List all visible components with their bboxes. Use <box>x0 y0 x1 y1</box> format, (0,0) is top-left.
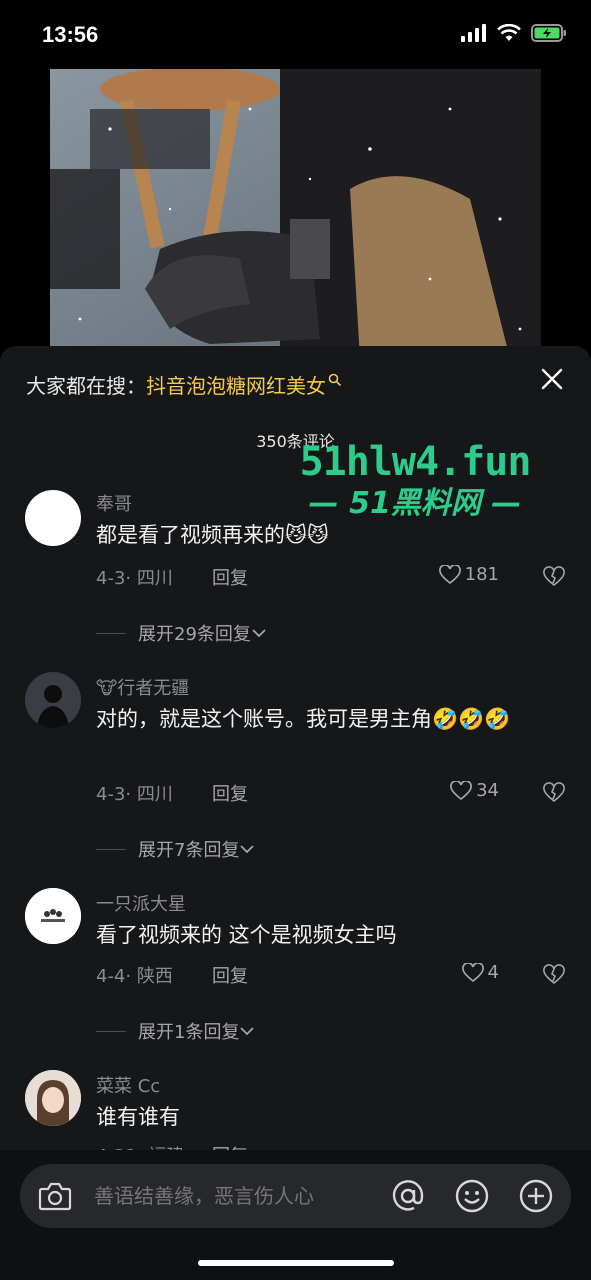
comment-content[interactable]: 都是看了视频再来的😼😼 <box>96 518 556 552</box>
broken-heart-icon[interactable] <box>543 566 565 588</box>
chevron-down-icon <box>240 845 255 854</box>
broken-heart-icon[interactable] <box>543 964 565 986</box>
camera-icon[interactable] <box>38 1180 72 1212</box>
chevron-down-icon <box>240 1027 255 1036</box>
at-icon[interactable] <box>390 1178 426 1214</box>
expand-replies[interactable]: 展开7条回复 <box>96 836 255 862</box>
like-button[interactable]: 181 <box>438 564 499 585</box>
battery-icon <box>531 24 566 42</box>
comment-username[interactable]: 菜菜 Cc <box>96 1072 160 1098</box>
heart-icon <box>450 780 472 800</box>
comment-sheet: 大家都在搜： 抖音泡泡糖网红美女 350条评论 51hlw4.fun — 51黑… <box>0 346 591 1280</box>
watermark: 51hlw4.fun — 51黑料网 — <box>270 440 560 524</box>
comment-meta: 4-3· 四川 <box>96 784 173 805</box>
home-indicator[interactable] <box>198 1260 394 1266</box>
expand-replies[interactable]: 展开1条回复 <box>96 1018 255 1044</box>
avatar-image <box>25 1070 81 1126</box>
comment-input[interactable] <box>94 1184 344 1208</box>
divider <box>96 848 126 850</box>
comment-input-box[interactable] <box>20 1164 571 1228</box>
search-suggestion[interactable]: 大家都在搜： 抖音泡泡糖网红美女 <box>26 370 342 399</box>
like-button[interactable]: 34 <box>450 780 499 801</box>
chevron-down-icon <box>252 629 266 638</box>
heart-icon <box>438 564 461 584</box>
comment-content[interactable]: 对的，就是这个账号。我可是男主角🤣🤣🤣 <box>96 702 556 736</box>
plus-circle-icon[interactable] <box>518 1178 554 1214</box>
divider <box>96 1030 126 1032</box>
expand-label: 展开29条回复 <box>138 624 251 645</box>
status-icons <box>461 24 567 42</box>
avatar[interactable] <box>25 490 81 546</box>
expand-label: 展开7条回复 <box>138 840 240 861</box>
emoji-icon[interactable] <box>454 1178 490 1214</box>
avatar-image <box>25 672 81 728</box>
comment-meta: 4-4· 陕西 <box>96 966 173 987</box>
comment-username[interactable]: 奉哥 <box>96 490 132 516</box>
broken-heart-icon[interactable] <box>543 782 565 804</box>
comment-content[interactable]: 看了视频来的 这个是视频女主吗 <box>96 918 556 952</box>
comment-content[interactable]: 谁有谁有 <box>96 1100 556 1134</box>
status-bar: 13:56 <box>0 0 591 70</box>
reply-button[interactable]: 回复 <box>212 564 248 590</box>
heart-icon <box>461 962 484 982</box>
search-prefix: 大家都在搜： <box>26 374 146 398</box>
like-count: 34 <box>476 780 499 801</box>
like-count: 4 <box>487 962 499 983</box>
video-player[interactable] <box>50 69 541 359</box>
avatar[interactable] <box>25 1070 81 1126</box>
signal-icon <box>461 24 486 42</box>
like-button[interactable]: 4 <box>461 962 499 983</box>
comment-input-bar <box>0 1150 591 1280</box>
avatar[interactable] <box>25 672 81 728</box>
divider <box>96 632 126 634</box>
close-icon[interactable] <box>537 364 567 394</box>
status-time: 13:56 <box>42 22 99 47</box>
search-term[interactable]: 抖音泡泡糖网红美女 <box>146 370 326 399</box>
comment-username[interactable]: 🐮行者无疆 <box>96 674 189 700</box>
avatar-image <box>25 888 81 944</box>
search-icon <box>328 373 342 386</box>
wifi-icon <box>497 24 521 41</box>
video-frame <box>50 69 541 359</box>
comment-meta: 4-3· 四川 <box>96 568 173 589</box>
reply-button[interactable]: 回复 <box>212 962 248 988</box>
like-count: 181 <box>464 564 499 585</box>
comment-count: 350条评论 <box>256 432 335 451</box>
comment-username[interactable]: 一只派大星 <box>96 890 186 916</box>
expand-replies[interactable]: 展开29条回复 <box>96 620 267 646</box>
avatar[interactable] <box>25 888 81 944</box>
reply-button[interactable]: 回复 <box>212 780 248 806</box>
expand-label: 展开1条回复 <box>138 1022 240 1043</box>
